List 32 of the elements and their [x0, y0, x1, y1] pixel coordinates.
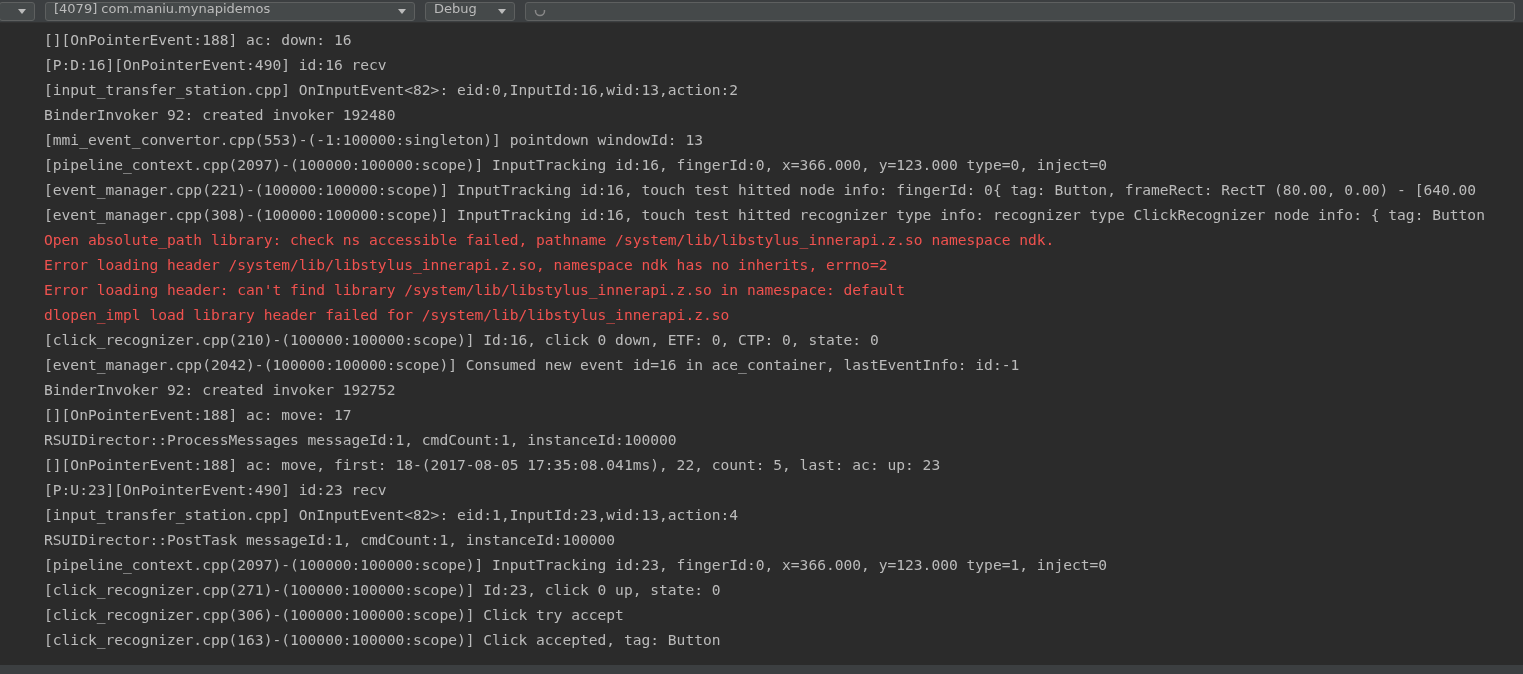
log-line: [input_transfer_station.cpp] OnInputEvent<82>: eid:1,InputId:23,wid:13,action:4: [44, 505, 739, 526]
log-line: [mmi_event_convertor.cpp(553)-(-1:100000:singleton)] pointdown windowId: 13: [44, 130, 703, 151]
device-dropdown[interactable]: [4079] com.maniu.mynapidemos: [45, 1, 415, 21]
log-line: [][OnPointerEvent:188] ac: move, first: 18-(2017-08-05 17:35:08.041ms), 22, count: 5, last: ac: up: 23: [44, 455, 941, 475]
search-field[interactable]: [525, 1, 1515, 21]
error-log-line: Error loading header /system/lib/libstylus_innerapi.z.so, namespace ndk has no inherits, errno=2: [44, 255, 888, 276]
log-line: [][OnPointerEvent:188] ac: move: 17: [44, 405, 352, 425]
error-log-line: dlopen_impl load library header failed for /system/lib/libstylus_innerapi.z.so: [44, 305, 730, 326]
log-line: BinderInvoker 92: created invoker 192480: [44, 105, 396, 125]
log-line: RSUIDirector::PostTask messageId:1, cmdCount:1, instanceId:100000: [44, 530, 616, 550]
caret-icon: [398, 8, 406, 14]
log-line: [click_recognizer.cpp(271)-(100000:100000:scope)] Id:23, click 0 up, state: 0: [44, 580, 721, 601]
log-line: [click_recognizer.cpp(210)-(100000:100000:scope)] Id:16, click 0 down, ETF: 0, CTP: 0, state: 0: [44, 330, 879, 351]
log-line: [pipeline_context.cpp(2097)-(100000:100000:scope)] InputTracking id:23, fingerId:0, x=366.000, y=123.000 type=1, inject=0: [44, 555, 1108, 576]
log-line: [][OnPointerEvent:188] ac: down: 16: [44, 30, 352, 50]
log-line: [pipeline_context.cpp(2097)-(100000:100000:scope)] InputTracking id:16, fingerId:0, x=366.000, y=123.000 type=0, inject=0: [44, 155, 1108, 176]
caret-icon: [18, 8, 26, 14]
log-line: [P:D:16][OnPointerEvent:490] id:16 recv: [44, 55, 387, 75]
log-line: [click_recognizer.cpp(306)-(100000:100000:scope)] Click try accept: [44, 605, 624, 626]
log-level-dropdown[interactable]: Debug: [425, 1, 515, 21]
log-line: [event_manager.cpp(308)-(100000:100000:scope)] InputTracking id:16, touch test hitted recognizer type info: recognizer type ClickRecognizer node info: { tag: Button: [44, 205, 1485, 226]
log-line: BinderInvoker 92: created invoker 192752: [44, 380, 396, 400]
log-line: RSUIDirector::ProcessMessages messageId:1, cmdCount:1, instanceId:100000: [44, 430, 677, 450]
log-line: [P:U:23][OnPointerEvent:490] id:23 recv: [44, 480, 387, 500]
log-line: [input_transfer_station.cpp] OnInputEvent<82>: eid:0,InputId:16,wid:13,action:2: [44, 80, 739, 101]
error-log-line: Error loading header: can't find library /system/lib/libstylus_innerapi.z.so in namespace: default: [44, 280, 906, 301]
caret-icon: [498, 8, 506, 14]
error-log-line: Open absolute_path library: check ns accessible failed, pathname /system/lib/libstylus_innerapi.z.so namespace ndk.: [44, 230, 1055, 251]
log-line: [event_manager.cpp(2042)-(100000:100000:scope)] Consumed new event id=16 in ace_container, lastEventInfo: id:-1: [44, 355, 1020, 376]
log-line: [click_recognizer.cpp(163)-(100000:100000:scope)] Click accepted, tag: Button: [44, 630, 721, 651]
dropdown[interactable]: [0, 1, 35, 21]
log-line: [event_manager.cpp(221)-(100000:100000:scope)] InputTracking id:16, touch test hitted node info: fingerId: 0{ tag: Button, frameRect: RectT (80.00, 0.00) - [640.00: [44, 180, 1477, 201]
